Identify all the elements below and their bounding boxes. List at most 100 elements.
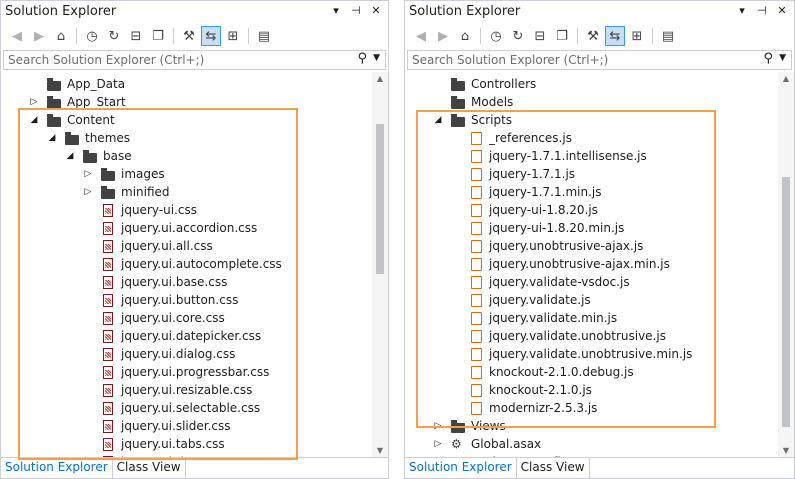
dropdown-icon[interactable]: ▾ — [330, 4, 342, 17]
close-icon[interactable]: ✕ — [370, 4, 382, 17]
css-file-icon — [101, 348, 115, 362]
tree-folder-item[interactable]: ◢ Scripts — [405, 112, 778, 130]
tree-file-item[interactable]: jquery-1.7.1.min.js — [405, 184, 778, 202]
search-icon[interactable]: ⚲ — [357, 51, 367, 66]
collapse-arrow-icon[interactable]: ◢ — [29, 115, 39, 125]
tree-folder-item[interactable]: ▷ minified — [1, 184, 372, 202]
search-dropdown-icon[interactable]: ▼ — [779, 53, 786, 63]
tree-file-item[interactable]: modernizr-2.5.3.js — [405, 400, 778, 418]
tab-class-view[interactable]: Class View — [113, 458, 186, 478]
tab-solution-explorer[interactable]: Solution Explorer — [405, 458, 517, 478]
tree-file-item[interactable]: jquery.ui.core.css — [1, 310, 372, 328]
refresh-icon[interactable]: ↻ — [104, 26, 124, 46]
tree-file-item[interactable]: jquery.unobtrusive-ajax.min.js — [405, 256, 778, 274]
tree-file-item[interactable]: jquery-1.7.1.intellisense.js — [405, 148, 778, 166]
scroll-up-icon[interactable]: ▲ — [778, 72, 794, 86]
tree-file-item[interactable]: jquery.validate-vsdoc.js — [405, 274, 778, 292]
properties-icon[interactable]: ⚒ — [583, 26, 603, 46]
tree-file-item[interactable]: jquery.validate.js — [405, 292, 778, 310]
expand-arrow-icon[interactable]: ▷ — [29, 97, 39, 107]
sync-view-icon[interactable]: ⇆ — [605, 26, 625, 46]
tree-folder-item[interactable]: ◢ Content — [1, 112, 372, 130]
tree-file-item[interactable]: knockout-2.1.0.debug.js — [405, 364, 778, 382]
tree-file-item[interactable]: jquery-ui-1.8.20.min.js — [405, 220, 778, 238]
tree-file-item[interactable]: jquery.ui.tabs.css — [1, 436, 372, 454]
tree-file-item[interactable]: jquery.ui.all.css — [1, 238, 372, 256]
tree-folder-item[interactable]: ▷ images — [1, 166, 372, 184]
tree-file-item[interactable]: jquery.ui.datepicker.css — [1, 328, 372, 346]
search-icon[interactable]: ⚲ — [763, 51, 773, 66]
tree-file-item[interactable]: ▷ ⚙ Global.asax — [405, 436, 778, 454]
tab-solution-explorer[interactable]: Solution Explorer — [1, 458, 113, 478]
home-icon[interactable]: ⌂ — [51, 26, 71, 46]
pending-changes-icon[interactable]: ◷ — [486, 26, 506, 46]
expand-arrow-icon[interactable]: ▷ — [83, 169, 93, 179]
tree-file-item[interactable]: jquery.ui.selectable.css — [1, 400, 372, 418]
tree-folder-item[interactable]: Controllers — [405, 76, 778, 94]
tree-file-item[interactable]: jquery.ui.progressbar.css — [1, 364, 372, 382]
tree-file-item[interactable]: jquery-ui.css — [1, 202, 372, 220]
vertical-scrollbar[interactable]: ▲ ▼ — [372, 72, 388, 458]
pending-changes-icon[interactable]: ◷ — [82, 26, 102, 46]
tree-file-item[interactable]: jquery.ui.autocomplete.css — [1, 256, 372, 274]
properties-icon[interactable]: ⚒ — [179, 26, 199, 46]
tree-file-item[interactable]: jquery.ui.slider.css — [1, 418, 372, 436]
tab-class-view[interactable]: Class View — [517, 458, 590, 478]
tree-file-item[interactable]: knockout-2.1.0.js — [405, 382, 778, 400]
tree-folder-item[interactable]: ◢ themes — [1, 130, 372, 148]
search-input[interactable]: Search Solution Explorer (Ctrl+;) ⚲ ▼ — [3, 50, 386, 70]
expand-arrow-icon[interactable]: ▷ — [83, 187, 93, 197]
tree-folder-item[interactable]: ▷ App_Start — [1, 94, 372, 112]
collapse-arrow-icon[interactable]: ◢ — [433, 115, 443, 125]
refresh-icon[interactable]: ↻ — [508, 26, 528, 46]
tree-folder-item[interactable]: App_Data — [1, 76, 372, 94]
tree-file-item[interactable]: _references.js — [405, 130, 778, 148]
scroll-thumb[interactable] — [376, 124, 384, 274]
tree-file-item[interactable]: jquery.validate.unobtrusive.js — [405, 328, 778, 346]
back-icon[interactable]: ◀ — [7, 26, 27, 46]
forward-icon[interactable]: ▶ — [433, 26, 453, 46]
preview-icon[interactable]: ▤ — [254, 26, 274, 46]
collapse-all-icon[interactable]: ⊟ — [530, 26, 550, 46]
scroll-up-icon[interactable]: ▲ — [372, 72, 388, 86]
tree-file-item[interactable]: jquery.ui.button.css — [1, 292, 372, 310]
search-dropdown-icon[interactable]: ▼ — [373, 53, 380, 63]
tree-folder-item[interactable]: ◢ base — [1, 148, 372, 166]
tree-file-item[interactable]: jquery-1.7.1.js — [405, 166, 778, 184]
show-all-files-icon[interactable]: ❐ — [552, 26, 572, 46]
collapse-arrow-icon[interactable]: ◢ — [65, 151, 75, 161]
sync-view-icon[interactable]: ⇆ — [201, 26, 221, 46]
show-all-files-icon[interactable]: ❐ — [148, 26, 168, 46]
tree-file-item[interactable]: jquery.ui.accordion.css — [1, 220, 372, 238]
collapse-arrow-icon[interactable]: ◢ — [47, 133, 57, 143]
tree-file-item[interactable]: jquery.ui.dialog.css — [1, 346, 372, 364]
tree-file-item[interactable]: jquery-ui-1.8.20.js — [405, 202, 778, 220]
tree-file-item[interactable]: jquery.ui.base.css — [1, 274, 372, 292]
vertical-scrollbar[interactable]: ▲ ▼ — [778, 72, 794, 458]
scroll-down-icon[interactable]: ▼ — [778, 444, 794, 458]
tree-file-item[interactable]: jquery.unobtrusive-ajax.js — [405, 238, 778, 256]
tree-folder-item[interactable]: ▷ Views — [405, 418, 778, 436]
scroll-thumb[interactable] — [782, 177, 790, 427]
class-diagram-icon[interactable]: ⊞ — [223, 26, 243, 46]
pin-icon[interactable]: ⊣ — [350, 4, 362, 17]
tree-file-item[interactable]: jquery.validate.min.js — [405, 310, 778, 328]
home-icon[interactable]: ⌂ — [455, 26, 475, 46]
close-icon[interactable]: ✕ — [776, 4, 788, 17]
dropdown-icon[interactable]: ▾ — [736, 4, 748, 17]
collapse-all-icon[interactable]: ⊟ — [126, 26, 146, 46]
expand-arrow-icon[interactable]: ▷ — [433, 439, 443, 449]
search-input[interactable]: Search Solution Explorer (Ctrl+;) ⚲ ▼ — [407, 50, 792, 70]
solution-explorer-right: Solution Explorer ▾ ⊣ ✕ ◀ ▶ ⌂ ◷ ↻ ⊟ ❐ ⚒ … — [404, 0, 795, 479]
tree-folder-item[interactable]: Models — [405, 94, 778, 112]
expand-arrow-icon[interactable]: ▷ — [433, 421, 443, 431]
class-diagram-icon[interactable]: ⊞ — [627, 26, 647, 46]
back-icon[interactable]: ◀ — [411, 26, 431, 46]
tree-file-item[interactable]: jquery.ui.resizable.css — [1, 382, 372, 400]
scroll-down-icon[interactable]: ▼ — [372, 444, 388, 458]
forward-icon[interactable]: ▶ — [29, 26, 49, 46]
tree-file-item[interactable]: jquery.validate.unobtrusive.min.js — [405, 346, 778, 364]
preview-icon[interactable]: ▤ — [658, 26, 678, 46]
pin-icon[interactable]: ⊣ — [756, 4, 768, 17]
pane-title: Solution Explorer — [409, 4, 521, 19]
